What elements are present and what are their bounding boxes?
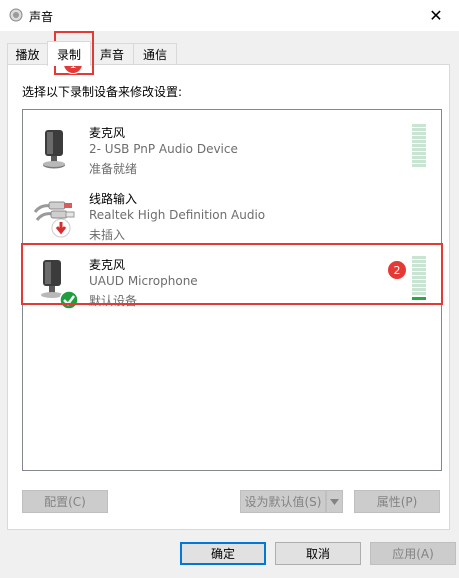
device-status: 未插入 (89, 228, 126, 242)
instruction-text: 选择以下录制设备来修改设置: (22, 85, 183, 99)
speaker-icon (9, 8, 23, 22)
device-status: 准备就绪 (89, 162, 138, 176)
device-item[interactable]: 麦克风 2- USB PnP Audio Device 准备就绪 (23, 116, 441, 180)
device-name: 麦克风 (89, 126, 126, 140)
configure-button[interactable]: 配置(C) (22, 490, 108, 513)
device-name: 线路输入 (89, 192, 138, 206)
apply-button[interactable]: 应用(A) (370, 542, 456, 565)
annotation-box-device (21, 243, 443, 305)
tab-communications[interactable]: 通信 (133, 43, 177, 64)
device-item[interactable]: 线路输入 Realtek High Definition Audio 未插入 (23, 182, 441, 246)
device-description: Realtek High Definition Audio (89, 208, 266, 222)
cancel-button[interactable]: 取消 (275, 542, 361, 565)
microphone-icon (43, 130, 65, 169)
chevron-down-icon (330, 498, 339, 505)
title-bar: 声音 ✕ (0, 0, 459, 31)
ok-button[interactable]: 确定 (180, 542, 266, 565)
line-in-jack-icon (33, 201, 75, 238)
properties-button[interactable]: 属性(P) (354, 490, 440, 513)
close-button[interactable]: ✕ (413, 0, 459, 31)
tab-recording[interactable]: 录制 (47, 41, 91, 66)
annotation-badge: 2 (387, 260, 407, 280)
tab-playback[interactable]: 播放 (7, 43, 48, 64)
tab-sounds[interactable]: 声音 (90, 43, 134, 64)
set-default-dropdown[interactable] (326, 490, 343, 513)
device-description: 2- USB PnP Audio Device (89, 142, 238, 156)
window-title: 声音 (29, 10, 54, 24)
set-default-button[interactable]: 设为默认值(S) (240, 490, 326, 513)
level-meter (412, 124, 426, 167)
close-icon: ✕ (429, 6, 443, 25)
